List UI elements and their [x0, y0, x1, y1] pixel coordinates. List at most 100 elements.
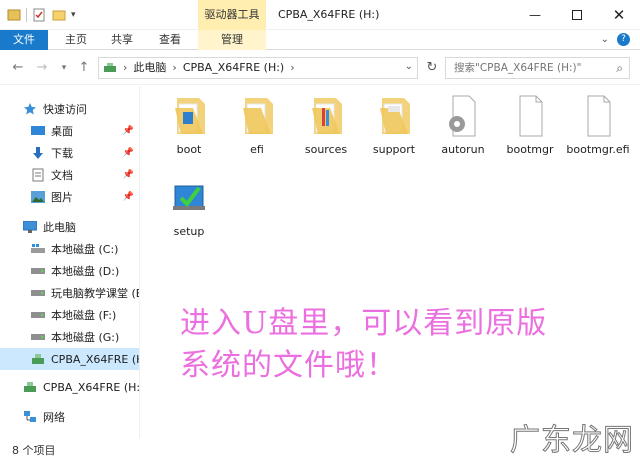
up-button[interactable]: ↑ [76, 60, 92, 76]
search-box[interactable]: ⌕ [445, 57, 630, 79]
pin-icon: 📌 [122, 148, 134, 158]
sidebar-item-drive-h-selected[interactable]: CPBA_X64FRE (H: [0, 348, 139, 370]
close-button[interactable]: ✕ [598, 0, 640, 30]
window-title: CPBA_X64FRE (H:) [278, 8, 380, 21]
breadcrumb-this-pc[interactable]: 此电脑 [133, 60, 166, 76]
properties-icon[interactable] [31, 7, 47, 23]
breadcrumb-separator: › [290, 61, 295, 74]
watermark: 广东龙网 [510, 423, 634, 459]
file-name: autorun [441, 143, 485, 156]
refresh-button[interactable]: ↻ [424, 60, 440, 76]
minimize-icon: — [529, 8, 541, 22]
qat-dropdown-icon[interactable]: ▾ [71, 10, 76, 20]
folder-icon [312, 98, 342, 134]
sidebar-item-quick-access[interactable]: 快速访问 [0, 98, 139, 120]
sidebar-item-label: 图片 [51, 191, 73, 204]
expand-ribbon-icon[interactable]: ⌄ [601, 34, 609, 45]
sidebar-item-this-pc[interactable]: 此电脑 [0, 216, 139, 238]
back-button[interactable]: ← [10, 60, 26, 76]
file-name: support [372, 143, 416, 156]
setup-icon [173, 185, 205, 210]
help-icon[interactable]: ? [617, 33, 630, 46]
sidebar-item-label: 玩电脑教学课堂 (E [51, 287, 140, 300]
annotation-line-1: 进入U盘里，可以看到原版 [180, 306, 548, 341]
sidebar-item-drive-e[interactable]: 玩电脑教学课堂 (E [0, 282, 140, 304]
sidebar-item-drive-c[interactable]: 本地磁盘 (C:) [0, 238, 139, 260]
file-item-autorun[interactable]: autorun [430, 94, 496, 157]
sidebar-item-drive-g[interactable]: 本地磁盘 (G:) [0, 326, 139, 348]
usb-drive-icon [30, 352, 46, 366]
file-item-efi[interactable]: efi [224, 94, 290, 157]
file-item-bootmgr-efi[interactable]: bootmgr.efi [565, 94, 631, 157]
folder-icon [380, 98, 410, 134]
sidebar-item-label: 桌面 [51, 125, 73, 138]
tab-manage[interactable]: 管理 [198, 30, 266, 50]
sidebar-item-network[interactable]: 网络 [0, 406, 139, 428]
search-icon: ⌕ [616, 61, 623, 75]
file-name: efi [250, 143, 264, 156]
folder-icon [243, 98, 273, 134]
sidebar-item-label: 下载 [51, 147, 73, 160]
file-name: bootmgr [506, 143, 554, 156]
file-item-boot[interactable]: boot [156, 94, 222, 157]
file-icon [519, 95, 543, 137]
document-icon [30, 168, 46, 182]
breadcrumb-separator: › [172, 61, 177, 74]
windows-drive-icon [30, 242, 46, 256]
file-item-setup[interactable]: setup [156, 176, 222, 239]
tab-home[interactable]: 主页 [56, 30, 96, 50]
up-arrow-icon: ↑ [78, 60, 90, 75]
picture-icon [30, 190, 46, 204]
sidebar-item-drive-d[interactable]: 本地磁盘 (D:) [0, 260, 139, 282]
file-item-support[interactable]: support [361, 94, 427, 157]
forward-button[interactable]: → [34, 60, 50, 76]
close-icon: ✕ [612, 6, 626, 24]
file-item-bootmgr[interactable]: bootmgr [497, 94, 563, 157]
breadcrumb-drive[interactable]: CPBA_X64FRE (H:) [183, 60, 284, 76]
sidebar-item-documents[interactable]: 文档 📌 [0, 164, 139, 186]
maximize-button[interactable] [556, 0, 598, 30]
explorer-icon [7, 9, 21, 21]
item-count: 8 个项目 [12, 444, 56, 457]
sidebar-item-downloads[interactable]: 下载 📌 [0, 142, 139, 164]
settings-file-icon [449, 95, 476, 137]
minimize-button[interactable]: — [514, 0, 556, 30]
sidebar-item-drive-h[interactable]: CPBA_X64FRE (H:) [0, 376, 140, 398]
new-folder-icon[interactable] [51, 7, 67, 23]
drive-icon [30, 286, 46, 300]
usb-drive-icon [22, 380, 38, 394]
sidebar-item-drive-f[interactable]: 本地磁盘 (F:) [0, 304, 139, 326]
maximize-icon [572, 10, 582, 20]
drive-icon [30, 308, 46, 322]
drive-icon [30, 264, 46, 278]
navigation-bar: ← → ▾ ↑ › 此电脑 › CPBA_X64FRE (H:) › ⌄ ↻ ⌕ [0, 51, 640, 85]
title-bar: ▾ 驱动器工具 CPBA_X64FRE (H:) — ✕ [0, 0, 640, 30]
address-bar[interactable]: › 此电脑 › CPBA_X64FRE (H:) › ⌄ [98, 57, 418, 79]
file-name: boot [176, 143, 202, 156]
file-item-sources[interactable]: sources [293, 94, 359, 157]
tab-view[interactable]: 查看 [150, 30, 190, 50]
recent-locations-button[interactable]: ▾ [56, 60, 72, 76]
file-icon [587, 95, 611, 137]
computer-icon [22, 220, 38, 234]
forward-arrow-icon: → [36, 60, 48, 75]
address-dropdown-icon[interactable]: ⌄ [405, 61, 413, 72]
search-input[interactable] [454, 61, 604, 75]
usb-drive-icon [104, 63, 116, 72]
sidebar-item-label: CPBA_X64FRE (H:) [43, 380, 140, 394]
context-tab-drive-tools: 驱动器工具 [198, 0, 266, 30]
sidebar-item-label: 本地磁盘 (D:) [51, 265, 120, 278]
quick-access-toolbar: ▾ [6, 7, 76, 23]
sidebar-item-label: 此电脑 [43, 221, 76, 234]
breadcrumb-separator: › [123, 61, 128, 74]
annotation-line-2: 系统的文件哦！ [180, 348, 397, 383]
sidebar-item-desktop[interactable]: 桌面 📌 [0, 120, 139, 142]
tab-file[interactable]: 文件 [0, 30, 48, 50]
sidebar-item-pictures[interactable]: 图片 📌 [0, 186, 139, 208]
star-icon [22, 102, 38, 116]
ribbon-tabs: 文件 主页 共享 查看 管理 ⌄ ? [0, 30, 640, 50]
navigation-pane: 快速访问 桌面 📌 下载 📌 文档 📌 图片 📌 此电脑 本地磁盘 (C:) 本… [0, 86, 140, 438]
tab-share[interactable]: 共享 [102, 30, 142, 50]
sidebar-item-label: 快速访问 [43, 103, 87, 116]
sidebar-item-label: 网络 [43, 411, 65, 424]
